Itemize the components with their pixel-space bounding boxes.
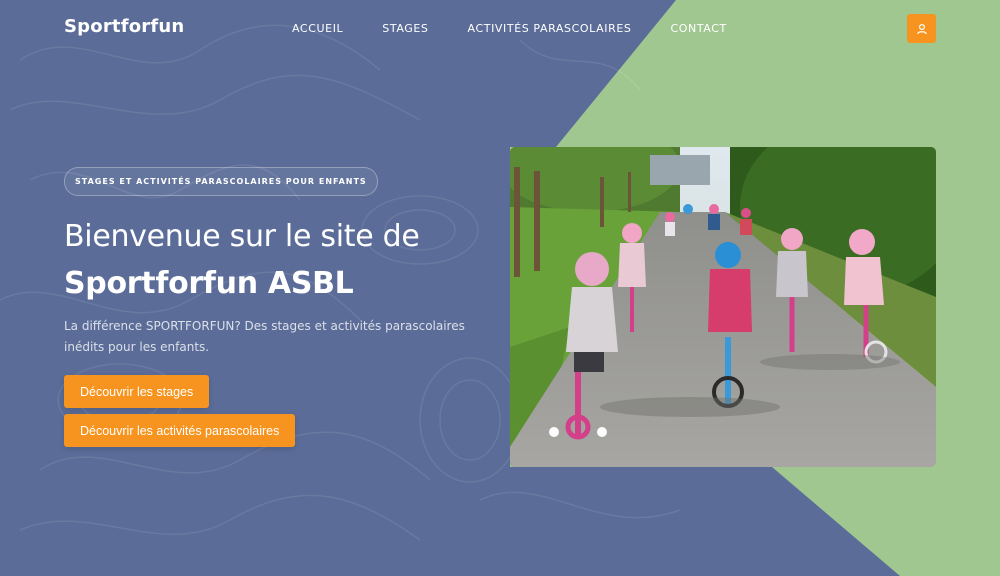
- hero-description: La différence SPORTFORFUN? Des stages et…: [64, 319, 465, 354]
- children-biking-illustration: [510, 147, 936, 467]
- nav-item-activites-parascolaires[interactable]: ACTIVITÉS PARASCOLAIRES: [468, 22, 632, 35]
- user-icon: [916, 23, 927, 34]
- discover-activities-button[interactable]: Découvrir les activités parascolaires: [64, 414, 296, 447]
- nav-item-stages[interactable]: STAGES: [382, 22, 428, 35]
- account-button[interactable]: [907, 14, 936, 43]
- hero-title-line2: Sportforfun ASBL: [64, 266, 354, 301]
- discover-stages-button[interactable]: Découvrir les stages: [64, 375, 210, 408]
- hero-badge: STAGES ET ACTIVITÉS PARASCOLAIRES POUR E…: [64, 167, 378, 196]
- main-nav: ACCUEIL STAGES ACTIVITÉS PARASCOLAIRES C…: [292, 22, 766, 35]
- hero-photo-children-biking: [510, 147, 936, 467]
- site-header: Sportforfun ACCUEIL STAGES ACTIVITÉS PAR…: [0, 0, 1000, 58]
- hero-title-line1: Bienvenue sur le site de: [64, 219, 420, 254]
- nav-item-accueil[interactable]: ACCUEIL: [292, 22, 343, 35]
- nav-item-contact[interactable]: CONTACT: [670, 22, 726, 35]
- site-logo[interactable]: Sportforfun: [64, 16, 184, 37]
